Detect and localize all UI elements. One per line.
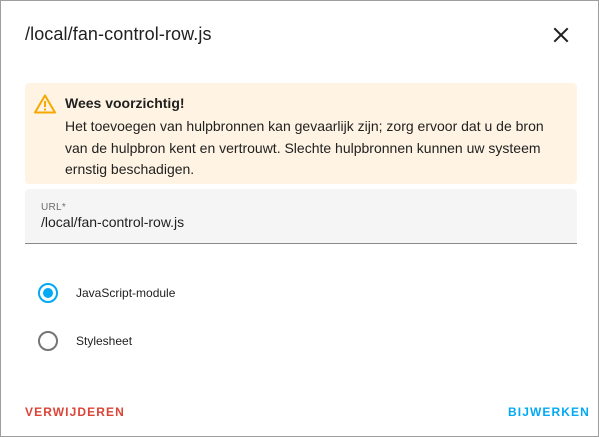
url-label: URL* xyxy=(41,202,67,213)
warning-alert: Wees voorzichtig! Het toevoegen van hulp… xyxy=(25,83,577,184)
url-field[interactable]: URL* xyxy=(25,189,577,244)
radio-option-javascript-module[interactable]: JavaScript-module xyxy=(38,282,175,304)
close-icon xyxy=(553,27,569,43)
radio-button-checked[interactable] xyxy=(38,283,58,303)
dialog-title: /local/fan-control-row.js xyxy=(25,24,212,44)
warning-text: Het toevoegen van hulpbronnen kan gevaar… xyxy=(65,118,544,177)
delete-button[interactable]: VERWIJDEREN xyxy=(25,405,125,419)
close-button[interactable] xyxy=(545,21,577,49)
warning-title: Wees voorzichtig! xyxy=(65,95,185,111)
radio-option-stylesheet[interactable]: Stylesheet xyxy=(38,330,132,352)
url-input[interactable] xyxy=(41,214,561,230)
radio-label: Stylesheet xyxy=(76,334,133,348)
warning-triangle-icon xyxy=(34,94,56,114)
radio-button-unchecked[interactable] xyxy=(38,331,58,351)
radio-label: JavaScript-module xyxy=(76,286,176,300)
update-button[interactable]: BIJWERKEN xyxy=(508,405,590,419)
resource-dialog: /local/fan-control-row.js Wees voorzicht… xyxy=(0,0,599,437)
